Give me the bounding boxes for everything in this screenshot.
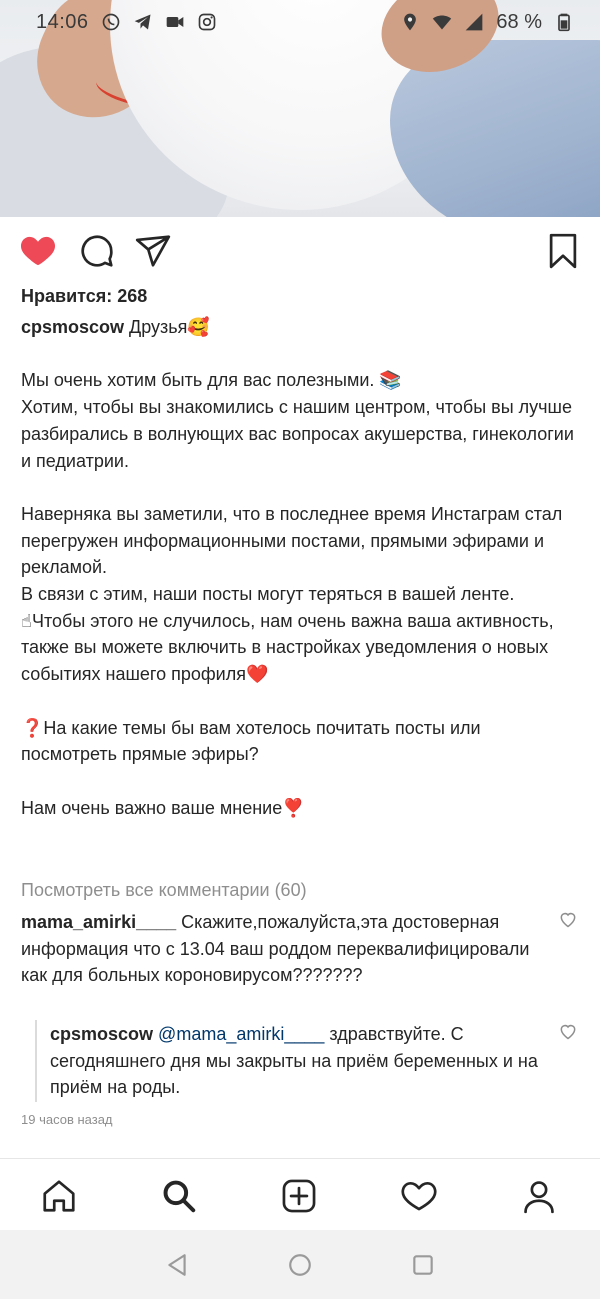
view-all-comments-link[interactable]: Посмотреть все комментарии (60): [21, 880, 307, 901]
video-icon: [166, 17, 183, 27]
reply-thread-line: [35, 1020, 37, 1102]
signal-icon: [466, 13, 483, 31]
reply-like-heart-icon[interactable]: [558, 1021, 578, 1041]
reply-item: cpsmoscow @mama_amirki____ здравствуйте.…: [50, 1021, 540, 1101]
recents-icon[interactable]: [410, 1252, 436, 1278]
battery-icon: [558, 13, 570, 32]
comment-bubble-icon[interactable]: [78, 232, 116, 270]
bottom-navigation: [0, 1158, 600, 1230]
caption-body: Мы очень хотим быть для вас полезными. 📚…: [21, 370, 574, 818]
caption-author[interactable]: cpsmoscow: [21, 317, 124, 337]
likes-count[interactable]: Нравится: 268: [21, 286, 147, 307]
comment-like-heart-icon[interactable]: [558, 909, 578, 929]
home-icon[interactable]: [40, 1177, 78, 1215]
add-post-icon[interactable]: [280, 1177, 318, 1215]
location-icon: [404, 13, 417, 31]
profile-icon[interactable]: [520, 1177, 558, 1215]
post-timestamp: 19 часов назад: [21, 1112, 113, 1127]
activity-heart-icon[interactable]: [400, 1177, 438, 1215]
battery-percent: 68 %: [496, 10, 542, 33]
whatsapp-icon: [102, 13, 119, 31]
share-send-icon[interactable]: [134, 232, 172, 270]
back-icon[interactable]: [164, 1252, 190, 1278]
telegram-icon: [134, 14, 151, 30]
status-time: 14:06: [36, 10, 89, 33]
like-heart-icon[interactable]: [19, 232, 57, 270]
reply-mention[interactable]: @mama_amirki____: [153, 1024, 324, 1044]
caption-first-line: Друзья🥰: [124, 317, 210, 337]
system-navigation-bar: [0, 1230, 600, 1299]
wifi-icon: [433, 15, 452, 30]
save-bookmark-icon[interactable]: [544, 232, 582, 270]
post-caption: cpsmoscow Друзья🥰 Мы очень хотим быть дл…: [21, 314, 581, 821]
home-circle-icon[interactable]: [287, 1252, 313, 1278]
comment-item: mama_amirki____ Скажите,пожалуйста,эта д…: [21, 909, 551, 989]
post-actions: [0, 226, 600, 276]
reply-author[interactable]: cpsmoscow: [50, 1024, 153, 1044]
comment-author[interactable]: mama_amirki____: [21, 912, 176, 932]
instagram-icon: [198, 13, 215, 31]
status-bar: 14:06 68 %: [0, 0, 600, 44]
search-icon[interactable]: [160, 1177, 198, 1215]
